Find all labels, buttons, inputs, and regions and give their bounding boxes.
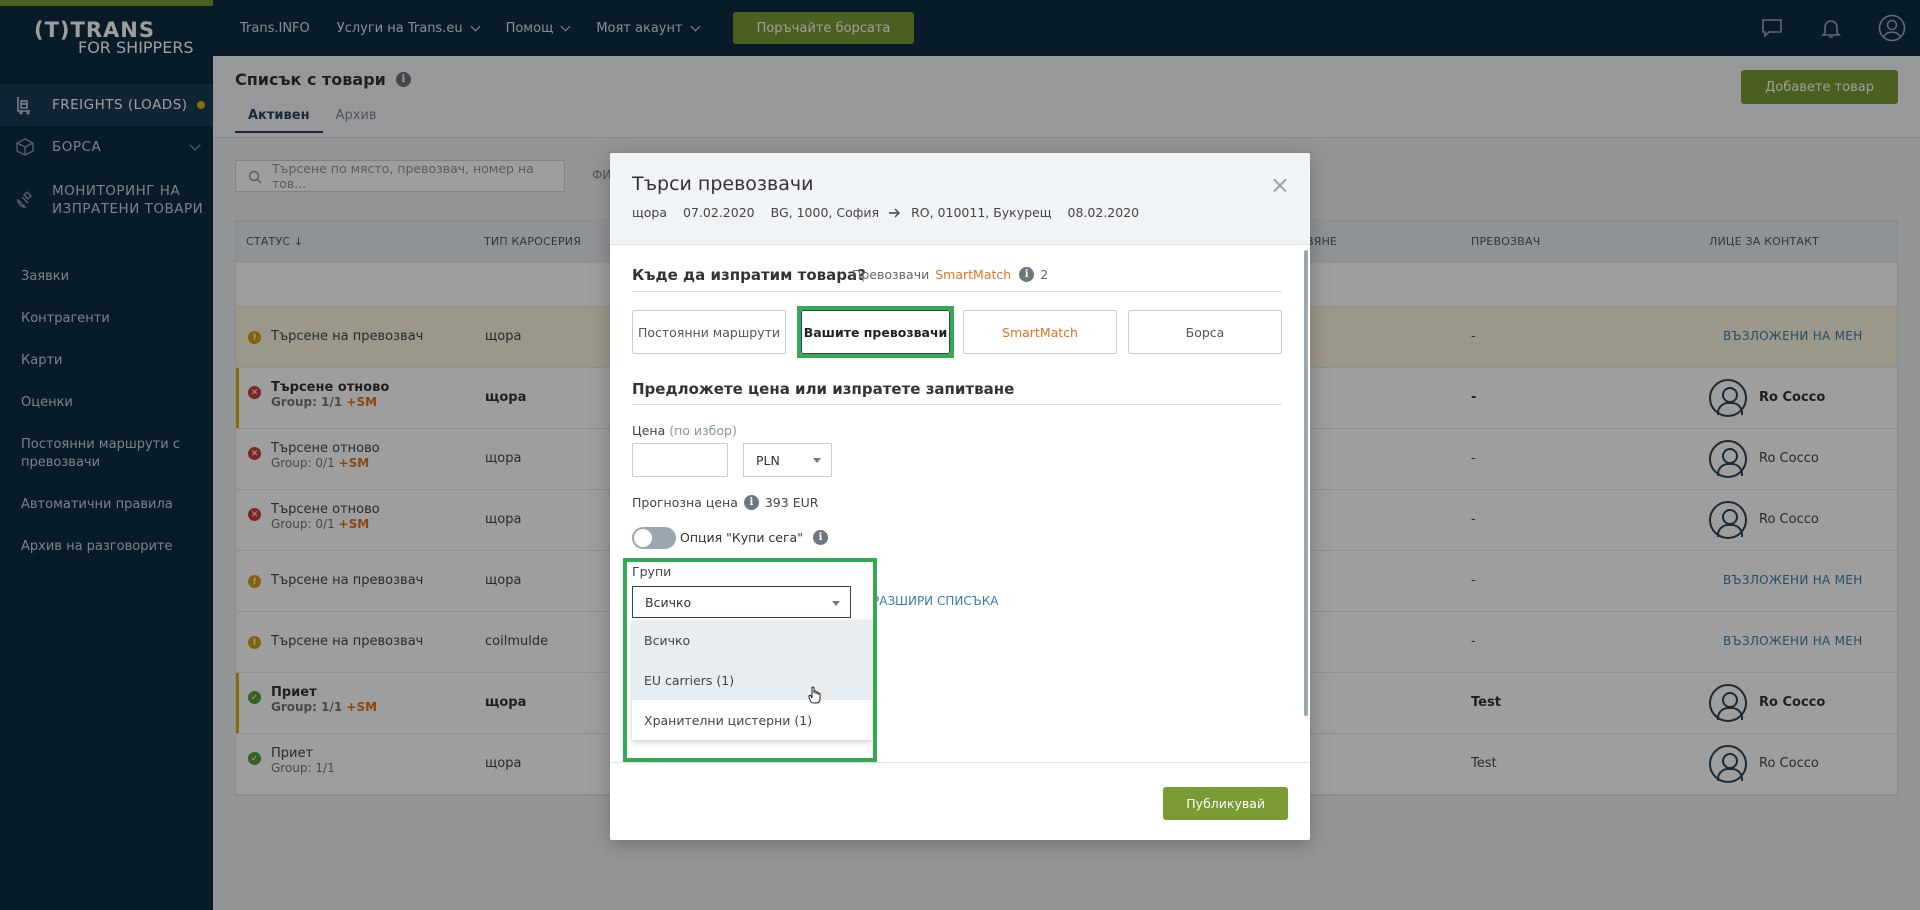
buy-now-toggle[interactable] — [632, 527, 676, 549]
forecast-value: 393 EUR — [764, 495, 819, 510]
smartmatch-button[interactable]: SmartMatch — [963, 310, 1117, 354]
price-optional: (по избор) — [669, 423, 737, 438]
forecast-price: Прогнозна цена i 393 EUR — [632, 495, 818, 510]
modal-route-summary: щора 07.02.2020 BG, 1000, София RO, 0100… — [632, 205, 1155, 220]
forecast-label: Прогнозна цена — [632, 495, 738, 510]
modal-title: Търси превозвачи — [632, 173, 814, 195]
modal-scrollbar[interactable] — [1304, 250, 1308, 716]
where-title: Къде да изпратим товара? — [632, 266, 866, 284]
info-icon[interactable]: i — [1019, 267, 1035, 282]
highlight-your-carriers — [797, 306, 954, 358]
hand-cursor-icon — [808, 686, 821, 704]
close-icon[interactable]: × — [1270, 171, 1290, 199]
currency-select[interactable]: PLN — [743, 443, 832, 477]
divider — [632, 291, 1282, 292]
carriers-summary: Превозвачи SmartMatch i 2 — [852, 267, 1048, 282]
smartmatch-label[interactable]: SmartMatch — [935, 267, 1011, 282]
caret-down-icon — [813, 458, 821, 463]
carriers-count: 2 — [1040, 267, 1049, 282]
route-date-from: 07.02.2020 — [683, 205, 755, 220]
price-input[interactable] — [632, 443, 728, 477]
publish-button[interactable]: Публикувай — [1163, 787, 1288, 820]
modal-footer: Публикувай — [610, 762, 1310, 840]
carriers-label: Превозвачи — [852, 267, 930, 282]
price-label-text: Цена — [632, 423, 666, 438]
divider — [632, 404, 1282, 405]
highlight-groups — [623, 558, 877, 762]
route-date-to: 08.02.2020 — [1067, 205, 1140, 220]
buy-now-text: Опция "Купи сега" — [680, 530, 803, 545]
expand-list-link[interactable]: РАЗШИРИ СПИСЪКА — [872, 594, 998, 608]
exchange-button[interactable]: Борса — [1128, 310, 1282, 354]
route-body-type: щора — [632, 205, 668, 220]
route-to: RO, 010011, Букурещ — [911, 205, 1052, 220]
price-label: Цена (по избор) — [632, 423, 737, 438]
modal-header: Търси превозвачи щора 07.02.2020 BG, 100… — [610, 153, 1310, 245]
info-icon[interactable]: i — [812, 530, 828, 545]
buy-now-label: Опция "Купи сега" i — [680, 530, 828, 545]
arrow-right-icon — [889, 208, 901, 217]
permanent-routes-button[interactable]: Постоянни маршрути — [632, 310, 786, 354]
currency-value: PLN — [756, 453, 780, 468]
route-from: BG, 1000, София — [770, 205, 880, 220]
price-title: Предложете цена или изпратете запитване — [632, 380, 1015, 398]
info-icon[interactable]: i — [743, 495, 759, 510]
